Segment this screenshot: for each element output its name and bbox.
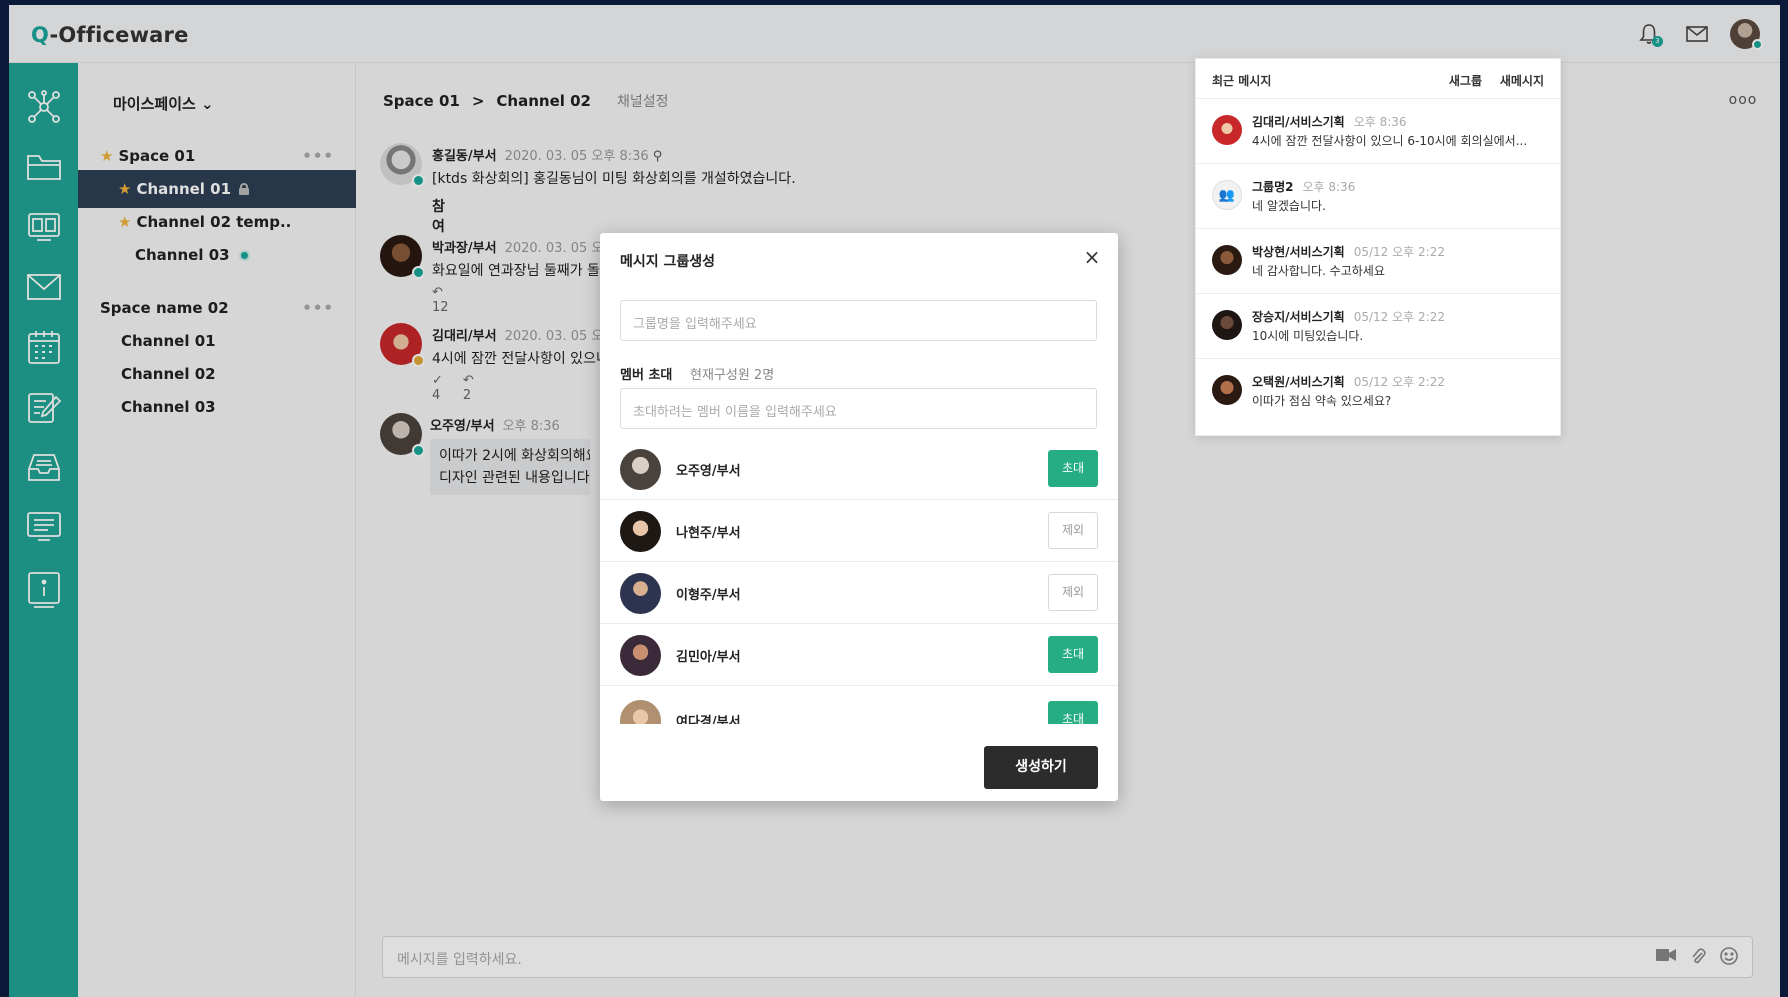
sender-name: 박상현/서비스기획 (1252, 245, 1345, 259)
message-time: 05/12 오후 2:22 (1353, 245, 1445, 259)
avatar (620, 449, 661, 490)
member-row: 오주영/부서 초대 (600, 438, 1118, 500)
member-list[interactable]: 오주영/부서 초대 나현주/부서 제외 이형주/부서 제외 김민아/부서 초대 … (600, 438, 1118, 724)
invite-label: 멤버 초대 (620, 368, 673, 383)
member-search-input[interactable]: 초대하려는 멤버 이름을 입력해주세요 (620, 388, 1097, 429)
recent-sender: 장승지/서비스기획 05/12 오후 2:22 (1252, 308, 1445, 325)
exclude-button[interactable]: 제외 (1048, 574, 1098, 611)
recent-title: 최근 메시지 (1212, 74, 1272, 88)
recent-sender: 김대리/서비스기획 오후 8:36 (1252, 113, 1407, 130)
recent-sender: 오택원/서비스기획 05/12 오후 2:22 (1252, 373, 1445, 390)
recent-preview: 네 알겠습니다. (1252, 199, 1326, 213)
new-message-button[interactable]: 새메시지 (1500, 72, 1544, 89)
new-group-button[interactable]: 새그룹 (1449, 72, 1482, 89)
avatar (620, 635, 661, 676)
group-name-placeholder: 그룹명을 입력해주세요 (633, 317, 757, 332)
member-search-placeholder: 초대하려는 멤버 이름을 입력해주세요 (633, 405, 837, 420)
recent-message-item[interactable]: 김대리/서비스기획 오후 8:36 4시에 잠깐 전달사항이 있으니 6-10시에… (1196, 99, 1560, 164)
exclude-button[interactable]: 제외 (1048, 512, 1098, 549)
member-name: 나현주/부서 (676, 526, 741, 541)
message-time: 05/12 오후 2:22 (1353, 310, 1445, 324)
recent-message-item[interactable]: 오택원/서비스기획 05/12 오후 2:22 이따가 점심 약속 있으세요? (1196, 359, 1560, 424)
recent-sender: 박상현/서비스기획 05/12 오후 2:22 (1252, 243, 1445, 260)
avatar (1212, 245, 1242, 275)
avatar (620, 700, 661, 724)
recent-preview: 네 감사합니다. 수고하세요 (1252, 264, 1385, 278)
recent-message-item[interactable]: 장승지/서비스기획 05/12 오후 2:22 10시에 미팅있습니다. (1196, 294, 1560, 359)
recent-preview: 이따가 점심 약속 있으세요? (1252, 394, 1392, 408)
avatar (620, 511, 661, 552)
modal-title: 메시지 그룹생성 (620, 254, 716, 270)
recent-message-item[interactable]: 👥 그룹명2 오후 8:36 네 알겠습니다. (1196, 164, 1560, 229)
recent-preview: 10시에 미팅있습니다. (1252, 329, 1364, 343)
avatar (1212, 375, 1242, 405)
member-row: 여다경/부서 초대 (600, 689, 1118, 724)
recent-messages-panel: 최근 메시지 새그룹 새메시지 김대리/서비스기획 오후 8:36 4시에 잠깐 … (1195, 58, 1561, 436)
create-group-button[interactable]: 생성하기 (984, 746, 1098, 789)
member-name: 이형주/부서 (676, 588, 741, 603)
recent-preview: 4시에 잠깐 전달사항이 있으니 6-10시에 회의실에서... (1252, 134, 1528, 148)
message-time: 오후 8:36 (1353, 115, 1407, 129)
invite-button[interactable]: 초대 (1048, 636, 1098, 673)
group-name-input[interactable]: 그룹명을 입력해주세요 (620, 300, 1097, 341)
message-time: 오후 8:36 (1302, 180, 1356, 194)
group-icon: 👥 (1212, 180, 1242, 210)
member-name: 오주영/부서 (676, 464, 741, 479)
member-name: 김민아/부서 (676, 650, 741, 665)
sender-name: 그룹명2 (1252, 180, 1294, 194)
member-name: 여다경/부서 (676, 715, 741, 724)
member-row: 김민아/부서 초대 (600, 624, 1118, 686)
invite-button[interactable]: 초대 (1048, 450, 1098, 487)
avatar (620, 573, 661, 614)
recent-sender: 그룹명2 오후 8:36 (1252, 178, 1355, 195)
avatar (1212, 310, 1242, 340)
close-icon[interactable]: × (1082, 247, 1102, 267)
recent-header: 최근 메시지 새그룹 새메시지 (1196, 59, 1560, 99)
sender-name: 장승지/서비스기획 (1252, 310, 1345, 324)
recent-message-item[interactable]: 박상현/서비스기획 05/12 오후 2:22 네 감사합니다. 수고하세요 (1196, 229, 1560, 294)
avatar (1212, 115, 1242, 145)
invite-button[interactable]: 초대 (1048, 701, 1098, 724)
member-row: 이형주/부서 제외 (600, 562, 1118, 624)
sender-name: 김대리/서비스기획 (1252, 115, 1345, 129)
member-row: 나현주/부서 제외 (600, 500, 1118, 562)
message-time: 05/12 오후 2:22 (1353, 375, 1445, 389)
sender-name: 오택원/서비스기획 (1252, 375, 1345, 389)
member-count: 현재구성원 2명 (690, 368, 775, 383)
create-group-modal: 메시지 그룹생성 × 그룹명을 입력해주세요 멤버 초대 현재구성원 2명 초대… (600, 233, 1118, 801)
app-window: Q-Officeware 3 마이스페이스 ⌄ ★ Space 01 ••• ★… (9, 5, 1780, 997)
